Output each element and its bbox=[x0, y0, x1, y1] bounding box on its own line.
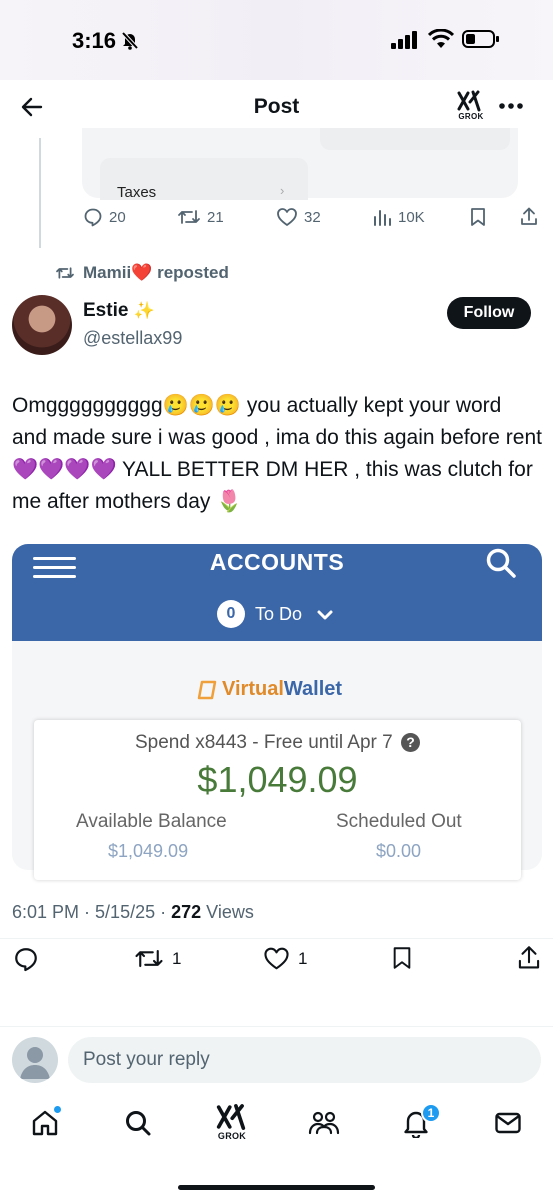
tweet-text: Omgggggggggg🥲🥲🥲 you actually kept your w… bbox=[12, 394, 542, 513]
repost-button[interactable]: 1 bbox=[134, 946, 181, 971]
brand-virtual: Virtual bbox=[222, 678, 284, 700]
nav-search[interactable] bbox=[123, 1108, 153, 1138]
grok-icon bbox=[216, 1104, 246, 1130]
bank-search-icon bbox=[484, 546, 518, 580]
account-spend-line: Spend x8443 - Free until Apr 7 ? bbox=[34, 732, 521, 754]
cellular-signal-icon bbox=[391, 31, 419, 49]
heart-icon bbox=[277, 208, 297, 226]
previous-repost-count: 21 bbox=[207, 208, 224, 226]
bank-accounts-title: ACCOUNTS bbox=[209, 549, 345, 575]
reply-button[interactable] bbox=[13, 946, 39, 972]
help-icon: ? bbox=[401, 733, 420, 752]
reply-input[interactable]: Post your reply bbox=[68, 1037, 541, 1083]
views-icon bbox=[374, 210, 391, 226]
heart-icon bbox=[264, 947, 289, 970]
more-options-icon[interactable] bbox=[498, 102, 524, 110]
previous-bookmark-icon[interactable] bbox=[469, 207, 487, 227]
author-avatar[interactable] bbox=[12, 295, 72, 355]
grok-icon bbox=[457, 90, 481, 112]
user-avatar[interactable] bbox=[12, 1037, 58, 1083]
envelope-icon bbox=[495, 1112, 521, 1134]
grok-label: GROK bbox=[458, 112, 484, 121]
wifi-icon bbox=[428, 29, 454, 49]
like-count: 1 bbox=[298, 948, 308, 968]
share-icon[interactable] bbox=[516, 944, 542, 970]
notifications-badge: 1 bbox=[421, 1103, 441, 1123]
reposter-name: Mamii bbox=[83, 263, 132, 282]
communities-icon bbox=[308, 1111, 340, 1135]
views-label: Views bbox=[206, 902, 254, 922]
post-meta: 6:01 PM · 5/15/25 · 272 Views bbox=[12, 902, 254, 922]
default-avatar-icon bbox=[20, 1047, 50, 1079]
repost-notice[interactable]: Mamii❤️ reposted bbox=[83, 263, 229, 283]
grok-label: GROK bbox=[217, 1131, 247, 1141]
divider bbox=[0, 1026, 553, 1027]
thread-line bbox=[39, 138, 41, 248]
home-unread-dot bbox=[54, 1106, 61, 1113]
previous-like-count: 32 bbox=[304, 208, 321, 226]
virtual-wallet-logo: VirtualWallet bbox=[222, 678, 342, 701]
like-button[interactable]: 1 bbox=[263, 946, 307, 971]
previous-like-button[interactable]: 32 bbox=[276, 207, 321, 227]
bookmark-icon[interactable] bbox=[391, 945, 413, 971]
views-count: 272 bbox=[171, 902, 202, 922]
silent-bell-icon bbox=[120, 30, 140, 50]
previous-views-count: 10K bbox=[398, 208, 425, 226]
repost-count: 1 bbox=[172, 948, 182, 968]
repost-icon bbox=[178, 210, 200, 224]
reply-icon bbox=[84, 208, 102, 227]
chevron-down-icon bbox=[316, 609, 334, 621]
follow-button[interactable]: Follow bbox=[447, 297, 531, 329]
previous-reply-button[interactable]: 20 bbox=[83, 207, 126, 227]
account-label: Spend x8443 - Free until Apr 7 bbox=[135, 732, 393, 753]
home-indicator bbox=[178, 1185, 375, 1190]
author-handle[interactable]: @estellax99 bbox=[83, 328, 182, 349]
chevron-right-icon: › bbox=[280, 183, 285, 198]
virtual-wallet-logo-icon bbox=[196, 679, 218, 701]
author-name[interactable]: Estie ✨ bbox=[83, 300, 155, 322]
author-name-text: Estie bbox=[83, 300, 129, 321]
grok-button[interactable]: GROK bbox=[456, 90, 486, 121]
search-icon bbox=[126, 1111, 151, 1136]
scheduled-out-value: $0.00 bbox=[376, 841, 422, 861]
available-balance-label: Available Balance bbox=[76, 811, 227, 832]
todo-label: To Do bbox=[255, 604, 303, 624]
reply-icon bbox=[15, 948, 37, 972]
repost-icon bbox=[135, 949, 163, 968]
brand-wallet: Wallet bbox=[283, 678, 343, 700]
repost-small-icon bbox=[55, 265, 75, 281]
account-balance: $1,049.09 bbox=[197, 759, 358, 800]
previous-reply-count: 20 bbox=[109, 208, 126, 226]
nav-grok[interactable]: GROK bbox=[215, 1103, 249, 1141]
nav-messages[interactable] bbox=[493, 1108, 523, 1138]
nav-communities[interactable] bbox=[307, 1108, 341, 1138]
reposter-heart-emoji: ❤️ bbox=[131, 263, 153, 282]
todo-count-badge: 0 bbox=[217, 600, 245, 628]
previous-repost-button[interactable]: 21 bbox=[177, 207, 224, 227]
previous-card-panel bbox=[320, 128, 510, 150]
previous-share-icon[interactable] bbox=[519, 206, 539, 226]
repost-label: reposted bbox=[157, 263, 229, 282]
previous-views-button[interactable]: 10K bbox=[372, 207, 425, 227]
divider bbox=[0, 938, 553, 939]
post-date: 5/15/25 bbox=[95, 902, 156, 922]
status-time: 3:16 bbox=[72, 28, 117, 53]
sparkle-emoji: ✨ bbox=[133, 301, 155, 320]
post-time: 6:01 PM bbox=[12, 902, 80, 922]
available-balance-value: $1,049.09 bbox=[108, 841, 189, 861]
battery-icon bbox=[462, 29, 500, 49]
scheduled-out-label: Scheduled Out bbox=[336, 811, 462, 832]
previous-card-item: Taxes bbox=[117, 184, 157, 201]
